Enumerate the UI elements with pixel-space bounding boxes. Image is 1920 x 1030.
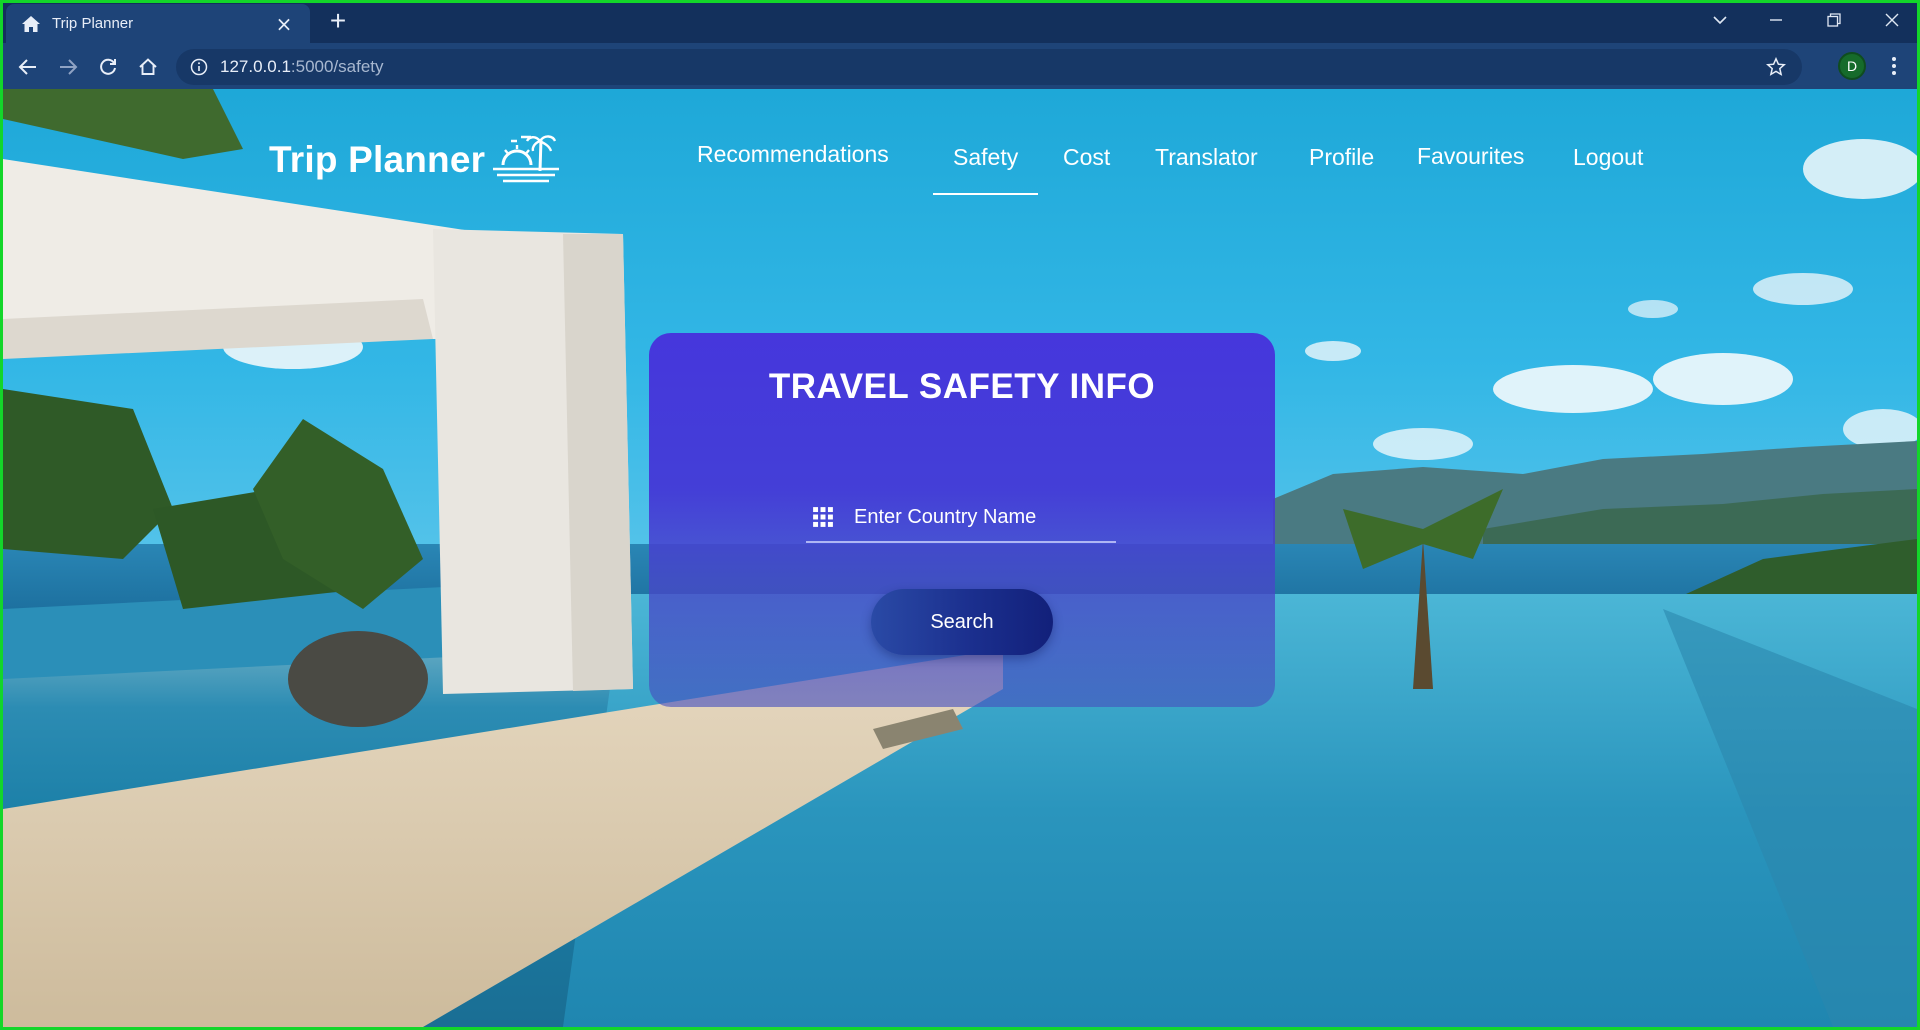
url-text: 127.0.0.1:5000/safety	[220, 57, 384, 77]
tab-title: Trip Planner	[52, 15, 134, 32]
browser-toolbar: 127.0.0.1:5000/safety D	[0, 43, 1920, 89]
grid-apps-icon	[813, 507, 833, 527]
forward-arrow-icon[interactable]	[52, 51, 84, 83]
brand-title[interactable]: Trip Planner	[269, 139, 485, 181]
address-bar[interactable]: 127.0.0.1:5000/safety	[176, 49, 1802, 85]
travel-safety-card: TRAVEL SAFETY INFO Search	[649, 333, 1275, 707]
tab-close-icon[interactable]: ×	[272, 12, 296, 36]
nav-link-profile[interactable]: Profile	[1309, 144, 1374, 184]
profile-avatar[interactable]: D	[1838, 52, 1866, 80]
page-viewport: Trip Planner Recommendations Safety Cost…	[3, 89, 1917, 1027]
house-favicon-icon	[20, 13, 42, 35]
new-tab-button[interactable]: +	[322, 6, 354, 38]
url-host: 127.0.0.1	[220, 57, 291, 76]
nav-link-logout[interactable]: Logout	[1573, 144, 1643, 184]
search-button[interactable]: Search	[871, 589, 1053, 655]
browser-menu-icon[interactable]	[1880, 52, 1908, 80]
card-title: TRAVEL SAFETY INFO	[768, 367, 1156, 406]
nav-link-safety[interactable]: Safety	[932, 144, 1039, 195]
reload-icon[interactable]	[92, 51, 124, 83]
browser-tab-trip-planner[interactable]: Trip Planner ×	[6, 4, 310, 43]
url-path: :5000/safety	[290, 57, 384, 76]
nav-link-recommendations[interactable]: Recommendations	[697, 141, 889, 181]
tab-search-chevron-icon[interactable]	[1692, 0, 1748, 40]
country-field	[806, 493, 1116, 543]
nav-link-translator[interactable]: Translator	[1155, 144, 1258, 184]
minimize-window-icon[interactable]	[1748, 0, 1804, 40]
bookmark-star-icon[interactable]	[1764, 55, 1788, 79]
site-info-icon[interactable]	[188, 56, 210, 78]
restore-window-icon[interactable]	[1806, 0, 1862, 40]
home-icon[interactable]	[132, 51, 164, 83]
nav-link-favourites[interactable]: Favourites	[1417, 143, 1524, 183]
close-window-icon[interactable]	[1864, 0, 1920, 40]
nav-link-cost[interactable]: Cost	[1063, 144, 1110, 184]
beach-sunset-logo-icon	[493, 135, 559, 183]
back-arrow-icon[interactable]	[12, 51, 44, 83]
country-name-input[interactable]	[854, 505, 1104, 529]
browser-tab-strip: Trip Planner × +	[0, 0, 1920, 43]
